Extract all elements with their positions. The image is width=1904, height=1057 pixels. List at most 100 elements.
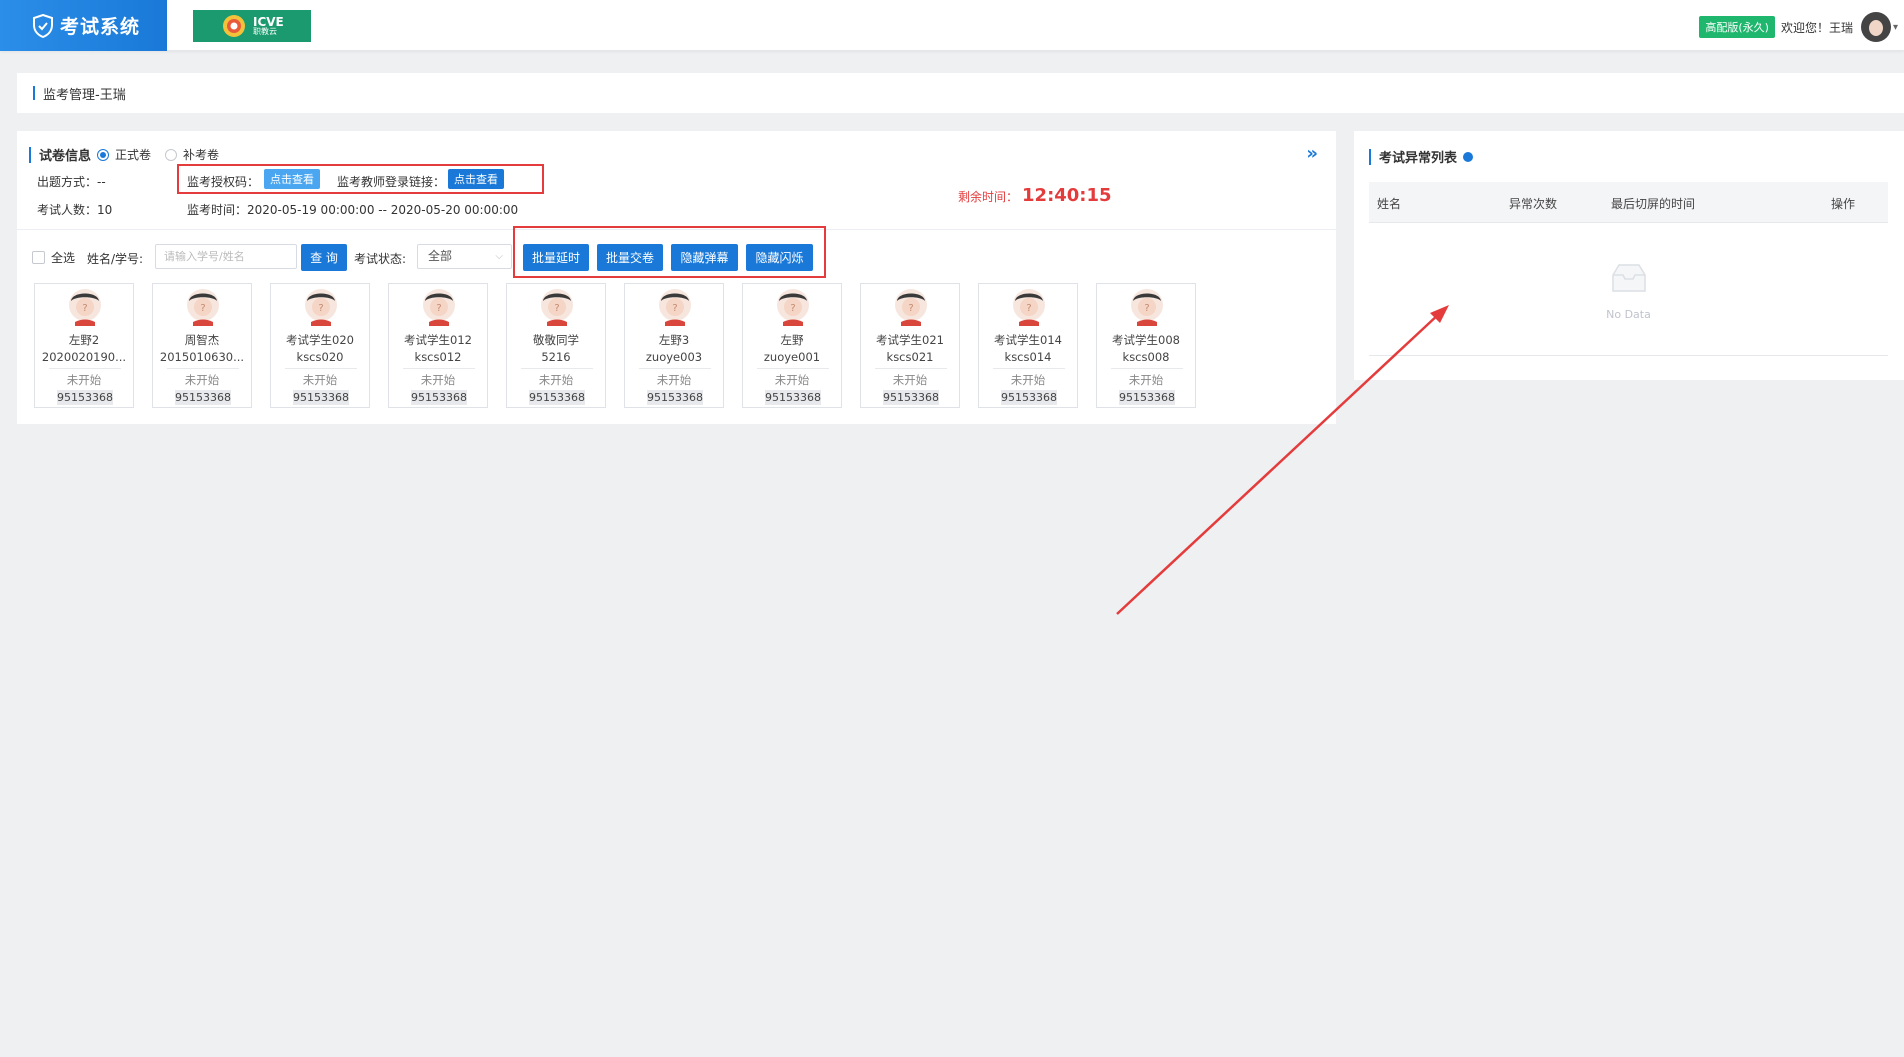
svg-text:?: ?: [200, 303, 205, 314]
student-card[interactable]: ? 考试学生008 kscs008 未开始 95153368: [1096, 283, 1196, 408]
student-id: zuoye001: [763, 350, 821, 364]
student-name: 考试学生008: [1112, 333, 1180, 347]
student-code: 95153368: [529, 390, 585, 405]
remaining-timer: 剩余时间： 12:40:15: [958, 185, 1112, 206]
abnormal-table-header: 姓名 异常次数 最后切屏的时间 操作: [1369, 182, 1888, 223]
student-name: 敬敬同学: [533, 333, 579, 347]
exam-status-label: 考试状态:: [354, 252, 407, 266]
batch-delay-button[interactable]: 批量延时: [523, 244, 589, 271]
top-header: 考试系统 ICVE 职教云 高配版(永久) 欢迎您！王瑞 ▾: [0, 0, 1904, 51]
radio-checked-icon[interactable]: [97, 148, 110, 161]
student-code: 95153368: [1119, 390, 1175, 405]
view-auth-code-button[interactable]: 点击查看: [264, 169, 320, 189]
student-avatar-icon: ?: [659, 289, 691, 326]
view-login-link-button[interactable]: 点击查看: [448, 169, 504, 189]
student-id: kscs014: [1004, 350, 1052, 364]
col-last-switch-time: 最后切屏的时间: [1611, 197, 1696, 211]
exam-status-value: 全部: [428, 249, 453, 263]
student-avatar-icon: ?: [305, 289, 337, 326]
chevron-down-icon: ⌵: [495, 251, 503, 262]
student-id: kscs012: [414, 350, 462, 364]
student-card[interactable]: ? 左野3 zuoye003 未开始 95153368: [624, 283, 724, 408]
chevron-down-icon[interactable]: ▾: [1893, 22, 1898, 33]
student-code: 95153368: [765, 390, 821, 405]
student-id: 2015010630...: [159, 350, 245, 364]
no-data-text: No Data: [1606, 308, 1651, 321]
student-card[interactable]: ? 考试学生020 kscs020 未开始 95153368: [270, 283, 370, 408]
student-name: 考试学生012: [404, 333, 472, 347]
student-status: 未开始: [656, 373, 692, 387]
name-id-label: 姓名/学号:: [87, 252, 144, 266]
question-mode: 出题方式：--: [37, 175, 106, 189]
student-name: 左野3: [658, 333, 690, 347]
icve-logo-icon: [223, 15, 245, 37]
shield-icon: [33, 13, 53, 38]
student-card[interactable]: ? 左野 zuoye001 未开始 95153368: [742, 283, 842, 408]
student-card[interactable]: ? 左野2 2020020190... 未开始 95153368: [34, 283, 134, 408]
student-avatar-icon: ?: [1131, 289, 1163, 326]
student-code: 95153368: [883, 390, 939, 405]
hide-flash-button[interactable]: 隐藏闪烁: [746, 244, 813, 271]
breadcrumb: 监考管理-王瑞: [17, 73, 1904, 113]
svg-text:?: ?: [1026, 303, 1031, 314]
batch-submit-button[interactable]: 批量交卷: [597, 244, 663, 271]
student-status: 未开始: [184, 373, 220, 387]
student-card[interactable]: ? 敬敬同学 5216 未开始 95153368: [506, 283, 606, 408]
radio-makeup-paper[interactable]: 补考卷: [165, 146, 219, 163]
student-card-list: ? 左野2 2020020190... 未开始 95153368 ? 周智杰 2…: [34, 283, 1214, 408]
student-code: 95153368: [647, 390, 703, 405]
icve-logo-subtext: 职教云: [253, 27, 277, 36]
student-name: 考试学生014: [994, 333, 1062, 347]
student-name: 考试学生020: [286, 333, 354, 347]
col-name: 姓名: [1377, 197, 1402, 211]
student-avatar-icon: ?: [69, 289, 101, 326]
student-id: zuoye003: [645, 350, 703, 364]
page-title: 监考管理-王瑞: [43, 87, 126, 103]
student-avatar-icon: ?: [187, 289, 219, 326]
radio-formal-paper[interactable]: 正式卷: [97, 146, 151, 163]
student-status: 未开始: [774, 373, 810, 387]
student-status: 未开始: [1010, 373, 1046, 387]
info-dot-icon: [1463, 151, 1474, 162]
student-card[interactable]: ? 考试学生014 kscs014 未开始 95153368: [978, 283, 1078, 408]
empty-state: No Data: [1369, 223, 1888, 356]
exam-count: 考试人数：10: [37, 203, 113, 217]
search-input[interactable]: 请输入学号/姓名: [155, 244, 297, 269]
double-chevron-right-icon[interactable]: »: [1306, 143, 1318, 164]
student-card[interactable]: ? 周智杰 2015010630... 未开始 95153368: [152, 283, 252, 408]
user-avatar[interactable]: [1860, 12, 1891, 42]
radio-unchecked-icon[interactable]: [165, 148, 178, 161]
student-status: 未开始: [892, 373, 928, 387]
empty-inbox-icon: [1612, 264, 1646, 292]
student-status: 未开始: [538, 373, 574, 387]
abnormal-list-panel: 考试异常列表 姓名 异常次数 最后切屏的时间 操作 No Data: [1354, 131, 1904, 380]
student-id: kscs021: [886, 350, 934, 364]
svg-text:?: ?: [790, 303, 795, 314]
student-name: 考试学生021: [876, 333, 944, 347]
student-avatar-icon: ?: [777, 289, 809, 326]
student-status: 未开始: [420, 373, 456, 387]
query-button[interactable]: 查 询: [301, 244, 347, 271]
remaining-value: 12:40:15: [1022, 185, 1112, 206]
student-status: 未开始: [1128, 373, 1164, 387]
radio-makeup-label: 补考卷: [183, 148, 220, 162]
app-brand[interactable]: 考试系统: [0, 0, 167, 51]
col-actions: 操作: [1831, 197, 1856, 211]
student-avatar-icon: ?: [895, 289, 927, 326]
student-name: 左野: [780, 333, 804, 347]
student-status: 未开始: [66, 373, 102, 387]
svg-text:?: ?: [318, 303, 323, 314]
student-avatar-icon: ?: [541, 289, 573, 326]
exam-status-select[interactable]: 全部 ⌵: [417, 244, 512, 269]
student-code: 95153368: [175, 390, 231, 405]
hide-barrage-button[interactable]: 隐藏弹幕: [671, 244, 738, 271]
student-card[interactable]: ? 考试学生021 kscs021 未开始 95153368: [860, 283, 960, 408]
checkbox-icon[interactable]: [32, 251, 45, 264]
student-id: kscs008: [1122, 350, 1170, 364]
student-card[interactable]: ? 考试学生012 kscs012 未开始 95153368: [388, 283, 488, 408]
select-all-checkbox[interactable]: 全选: [32, 249, 75, 266]
student-avatar-icon: ?: [1013, 289, 1045, 326]
svg-text:?: ?: [554, 303, 559, 314]
version-badge: 高配版(永久): [1699, 16, 1775, 38]
remaining-label: 剩余时间：: [958, 190, 1019, 204]
